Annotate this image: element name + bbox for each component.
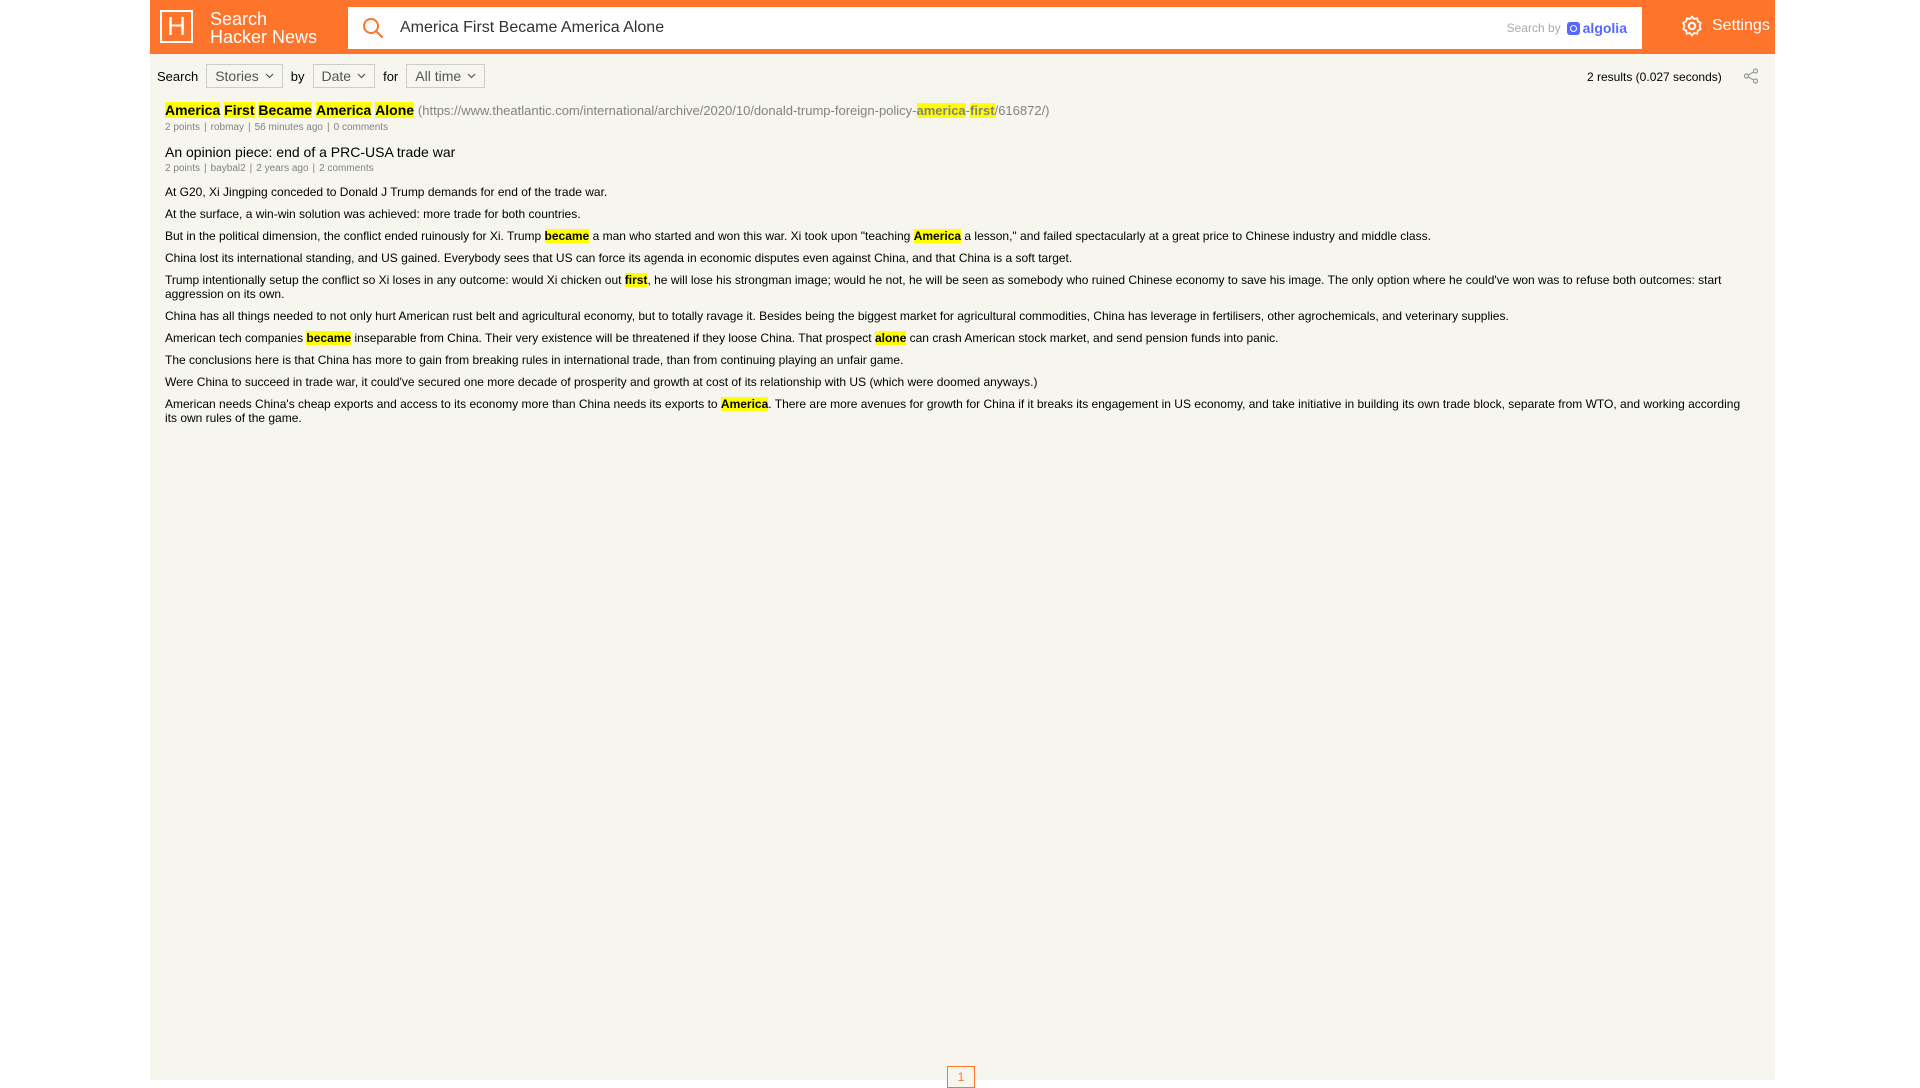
- range-dropdown-value: All time: [415, 68, 462, 84]
- story-paragraph: At G20, Xi Jingping conceded to Donald J…: [165, 185, 608, 199]
- story-title[interactable]: America First Became America Alone (http…: [165, 102, 1755, 119]
- algolia-logo: algolia: [1566, 20, 1627, 36]
- search-by-label: Search by: [1506, 21, 1561, 35]
- text-highlight: became: [306, 331, 352, 345]
- text-highlight: first: [624, 273, 648, 287]
- brand-title[interactable]: Search Hacker News: [210, 10, 317, 46]
- gear-icon: [1682, 15, 1702, 37]
- story-time[interactable]: 2 years ago: [256, 163, 308, 174]
- story-paragraph: Were China to succeed in trade war, it c…: [165, 375, 1038, 389]
- story-title[interactable]: An opinion piece: end of a PRC-USA trade…: [165, 144, 1755, 160]
- url-highlight: america: [916, 103, 966, 118]
- story-paragraph: But in the political dimension, the conf…: [165, 229, 1755, 243]
- share-icon[interactable]: [1743, 68, 1759, 84]
- range-dropdown[interactable]: All time: [406, 64, 486, 88]
- filter-search-label: Search: [157, 68, 199, 84]
- filter-by-label: by: [290, 68, 305, 84]
- text-segment: Trump intentionally setup the conflict s…: [165, 273, 625, 287]
- story-time[interactable]: 56 minutes ago: [255, 122, 323, 133]
- story-item: An opinion piece: end of a PRC-USA trade…: [165, 144, 1755, 425]
- story-url[interactable]: (https://www.theatlantic.com/internation…: [418, 103, 1050, 118]
- text-highlight: alone: [874, 331, 907, 345]
- story-paragraph: China has all things needed to not only …: [165, 309, 1509, 323]
- algolia-label: algolia: [1582, 20, 1627, 36]
- search-icon: [363, 18, 383, 38]
- sort-dropdown[interactable]: Date: [312, 64, 376, 88]
- story-paragraph: Trump intentionally setup the conflict s…: [165, 273, 1755, 301]
- story-meta: 2 points | robmay | 56 minutes ago | 0 comment…: [165, 122, 389, 133]
- text-segment: a lesson," and failed spectacularly at a…: [961, 229, 1431, 243]
- text-segment: American tech companies: [165, 331, 307, 345]
- hn-logo[interactable]: H: [160, 10, 193, 43]
- url-highlight: first: [970, 103, 995, 118]
- title-highlight: Became: [258, 102, 313, 118]
- story-meta: 2 points | baybal2 | 2 years ago | 2 comments: [165, 163, 374, 174]
- chevron-down-icon: [467, 73, 476, 79]
- text-highlight: became: [544, 229, 590, 243]
- story-paragraph: At the surface, a win-win solution was a…: [165, 207, 581, 221]
- brand-line2: Hacker News: [210, 27, 318, 47]
- story-points[interactable]: 2 points: [165, 122, 200, 133]
- header-bar: H Search Hacker News Search by algolia: [150, 0, 1775, 54]
- title-highlight: Alone: [375, 102, 415, 118]
- chevron-down-icon: [357, 73, 366, 79]
- filter-for-label: for: [383, 68, 399, 84]
- title-highlight: First: [224, 102, 255, 118]
- settings-button[interactable]: Settings: [1680, 14, 1770, 38]
- chevron-down-icon: [265, 73, 274, 79]
- title-highlight: America: [315, 102, 372, 118]
- text-segment: a man who started and won this war. Xi t…: [589, 229, 914, 243]
- story-comments[interactable]: 2 comments: [319, 163, 373, 174]
- page-container: H Search Hacker News Search by algolia: [150, 0, 1775, 1088]
- text-segment: inseparable from China. Their very exist…: [351, 331, 875, 345]
- text-highlight: America: [720, 397, 769, 411]
- filter-bar: Search Stories by Date for All time: [157, 64, 493, 88]
- search-box: Search by algolia: [348, 7, 1642, 49]
- search-input[interactable]: [400, 7, 1400, 49]
- text-segment: can crash American stock market, and sen…: [906, 331, 1279, 345]
- story-paragraph: The conclusions here is that China has m…: [165, 353, 904, 367]
- url-prefix: (https://www.theatlantic.com/internation…: [417, 103, 917, 118]
- text-segment: But in the political dimension, the conf…: [165, 229, 545, 243]
- title-highlight: America: [165, 102, 221, 118]
- pagination-page-current[interactable]: 1: [947, 1066, 975, 1088]
- story-text: At G20, Xi Jingping conceded to Donald J…: [165, 185, 1755, 425]
- story-author[interactable]: robmay: [211, 122, 244, 133]
- story-comments[interactable]: 0 comments: [334, 122, 388, 133]
- results-list: America First Became America Alone (http…: [165, 102, 1755, 435]
- story-paragraph: American needs China's cheap exports and…: [165, 397, 1755, 425]
- story-author[interactable]: baybal2: [211, 163, 246, 174]
- brand-line1: Search: [210, 9, 268, 29]
- algolia-icon: [1566, 21, 1580, 35]
- text-highlight: America: [913, 229, 962, 243]
- story-item: America First Became America Alone (http…: [165, 102, 1755, 134]
- text-segment: American needs China's cheap exports and…: [165, 397, 721, 411]
- sort-dropdown-value: Date: [321, 68, 352, 84]
- story-points[interactable]: 2 points: [165, 163, 200, 174]
- url-suffix: /616872/): [994, 103, 1050, 118]
- story-paragraph: China lost its international standing, a…: [165, 251, 1073, 265]
- type-dropdown[interactable]: Stories: [206, 64, 283, 88]
- type-dropdown-value: Stories: [215, 68, 259, 84]
- results-count: 2 results (0.027 seconds): [1587, 70, 1722, 84]
- story-paragraph: American tech companies became inseparab…: [165, 331, 1755, 345]
- search-by-algolia[interactable]: Search by algolia: [1507, 20, 1627, 36]
- settings-label: Settings: [1712, 17, 1770, 34]
